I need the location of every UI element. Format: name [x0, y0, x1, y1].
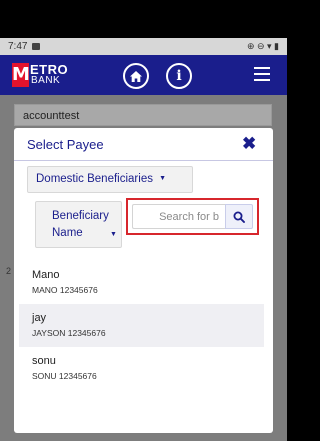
metro-bank-logo: M ETRO BANK — [12, 61, 68, 91]
payee-list: Mano MANO 12345676 jay JAYSON 12345676 s… — [19, 261, 264, 390]
dialog-header: Select Payee ✖ — [14, 128, 273, 161]
payee-detail: MANO 12345676 — [32, 285, 98, 295]
payee-name: jay — [32, 312, 47, 324]
payee-list-item[interactable]: jay JAYSON 12345676 — [19, 304, 264, 347]
app-header: M ETRO BANK i — [0, 55, 287, 95]
payee-list-item[interactable]: sonu SONU 12345676 — [19, 347, 264, 390]
chevron-down-icon: ▼ — [110, 231, 117, 238]
search-type-dropdown[interactable]: Beneficiary Name ▼ — [35, 201, 122, 248]
search-icon — [233, 211, 245, 223]
dialog-title: Select Payee — [27, 137, 104, 152]
payee-name: Mano — [32, 269, 60, 281]
search-input[interactable] — [132, 204, 225, 229]
beneficiary-category-dropdown[interactable]: Domestic Beneficiaries ▼ — [27, 166, 193, 193]
home-button[interactable] — [123, 63, 149, 89]
payee-detail: JAYSON 12345676 — [32, 328, 106, 338]
logo-letter: M — [12, 63, 30, 87]
payee-detail: SONU 12345676 — [32, 371, 97, 381]
chevron-down-icon: ▼ — [159, 175, 167, 183]
status-time: 7:47 — [8, 41, 28, 52]
info-button[interactable]: i — [166, 63, 192, 89]
search-highlight-box — [126, 198, 259, 235]
beneficiary-category-label: Domestic Beneficiaries — [36, 173, 153, 185]
notification-icon — [32, 43, 41, 50]
logo-bottom-text: BANK — [31, 75, 61, 86]
info-icon: i — [176, 68, 182, 84]
home-icon — [130, 70, 142, 82]
search-button[interactable] — [225, 204, 253, 229]
screen-top-band — [0, 0, 287, 38]
hamburger-menu-button[interactable] — [254, 67, 270, 81]
select-payee-dialog: Select Payee ✖ Domestic Beneficiaries ▼ … — [14, 128, 273, 433]
search-type-label: Beneficiary Name — [52, 210, 109, 239]
account-field: accounttest — [14, 104, 272, 126]
close-icon[interactable]: ✖ — [242, 134, 256, 154]
status-bar: 7:47 ⊕ ⊖ ▾ ▮ — [0, 38, 287, 55]
status-icons: ⊕ ⊖ ▾ ▮ — [246, 41, 279, 51]
payee-name: sonu — [32, 355, 56, 367]
background-marker: 2 — [6, 266, 12, 276]
payee-list-item[interactable]: Mano MANO 12345676 — [19, 261, 264, 304]
